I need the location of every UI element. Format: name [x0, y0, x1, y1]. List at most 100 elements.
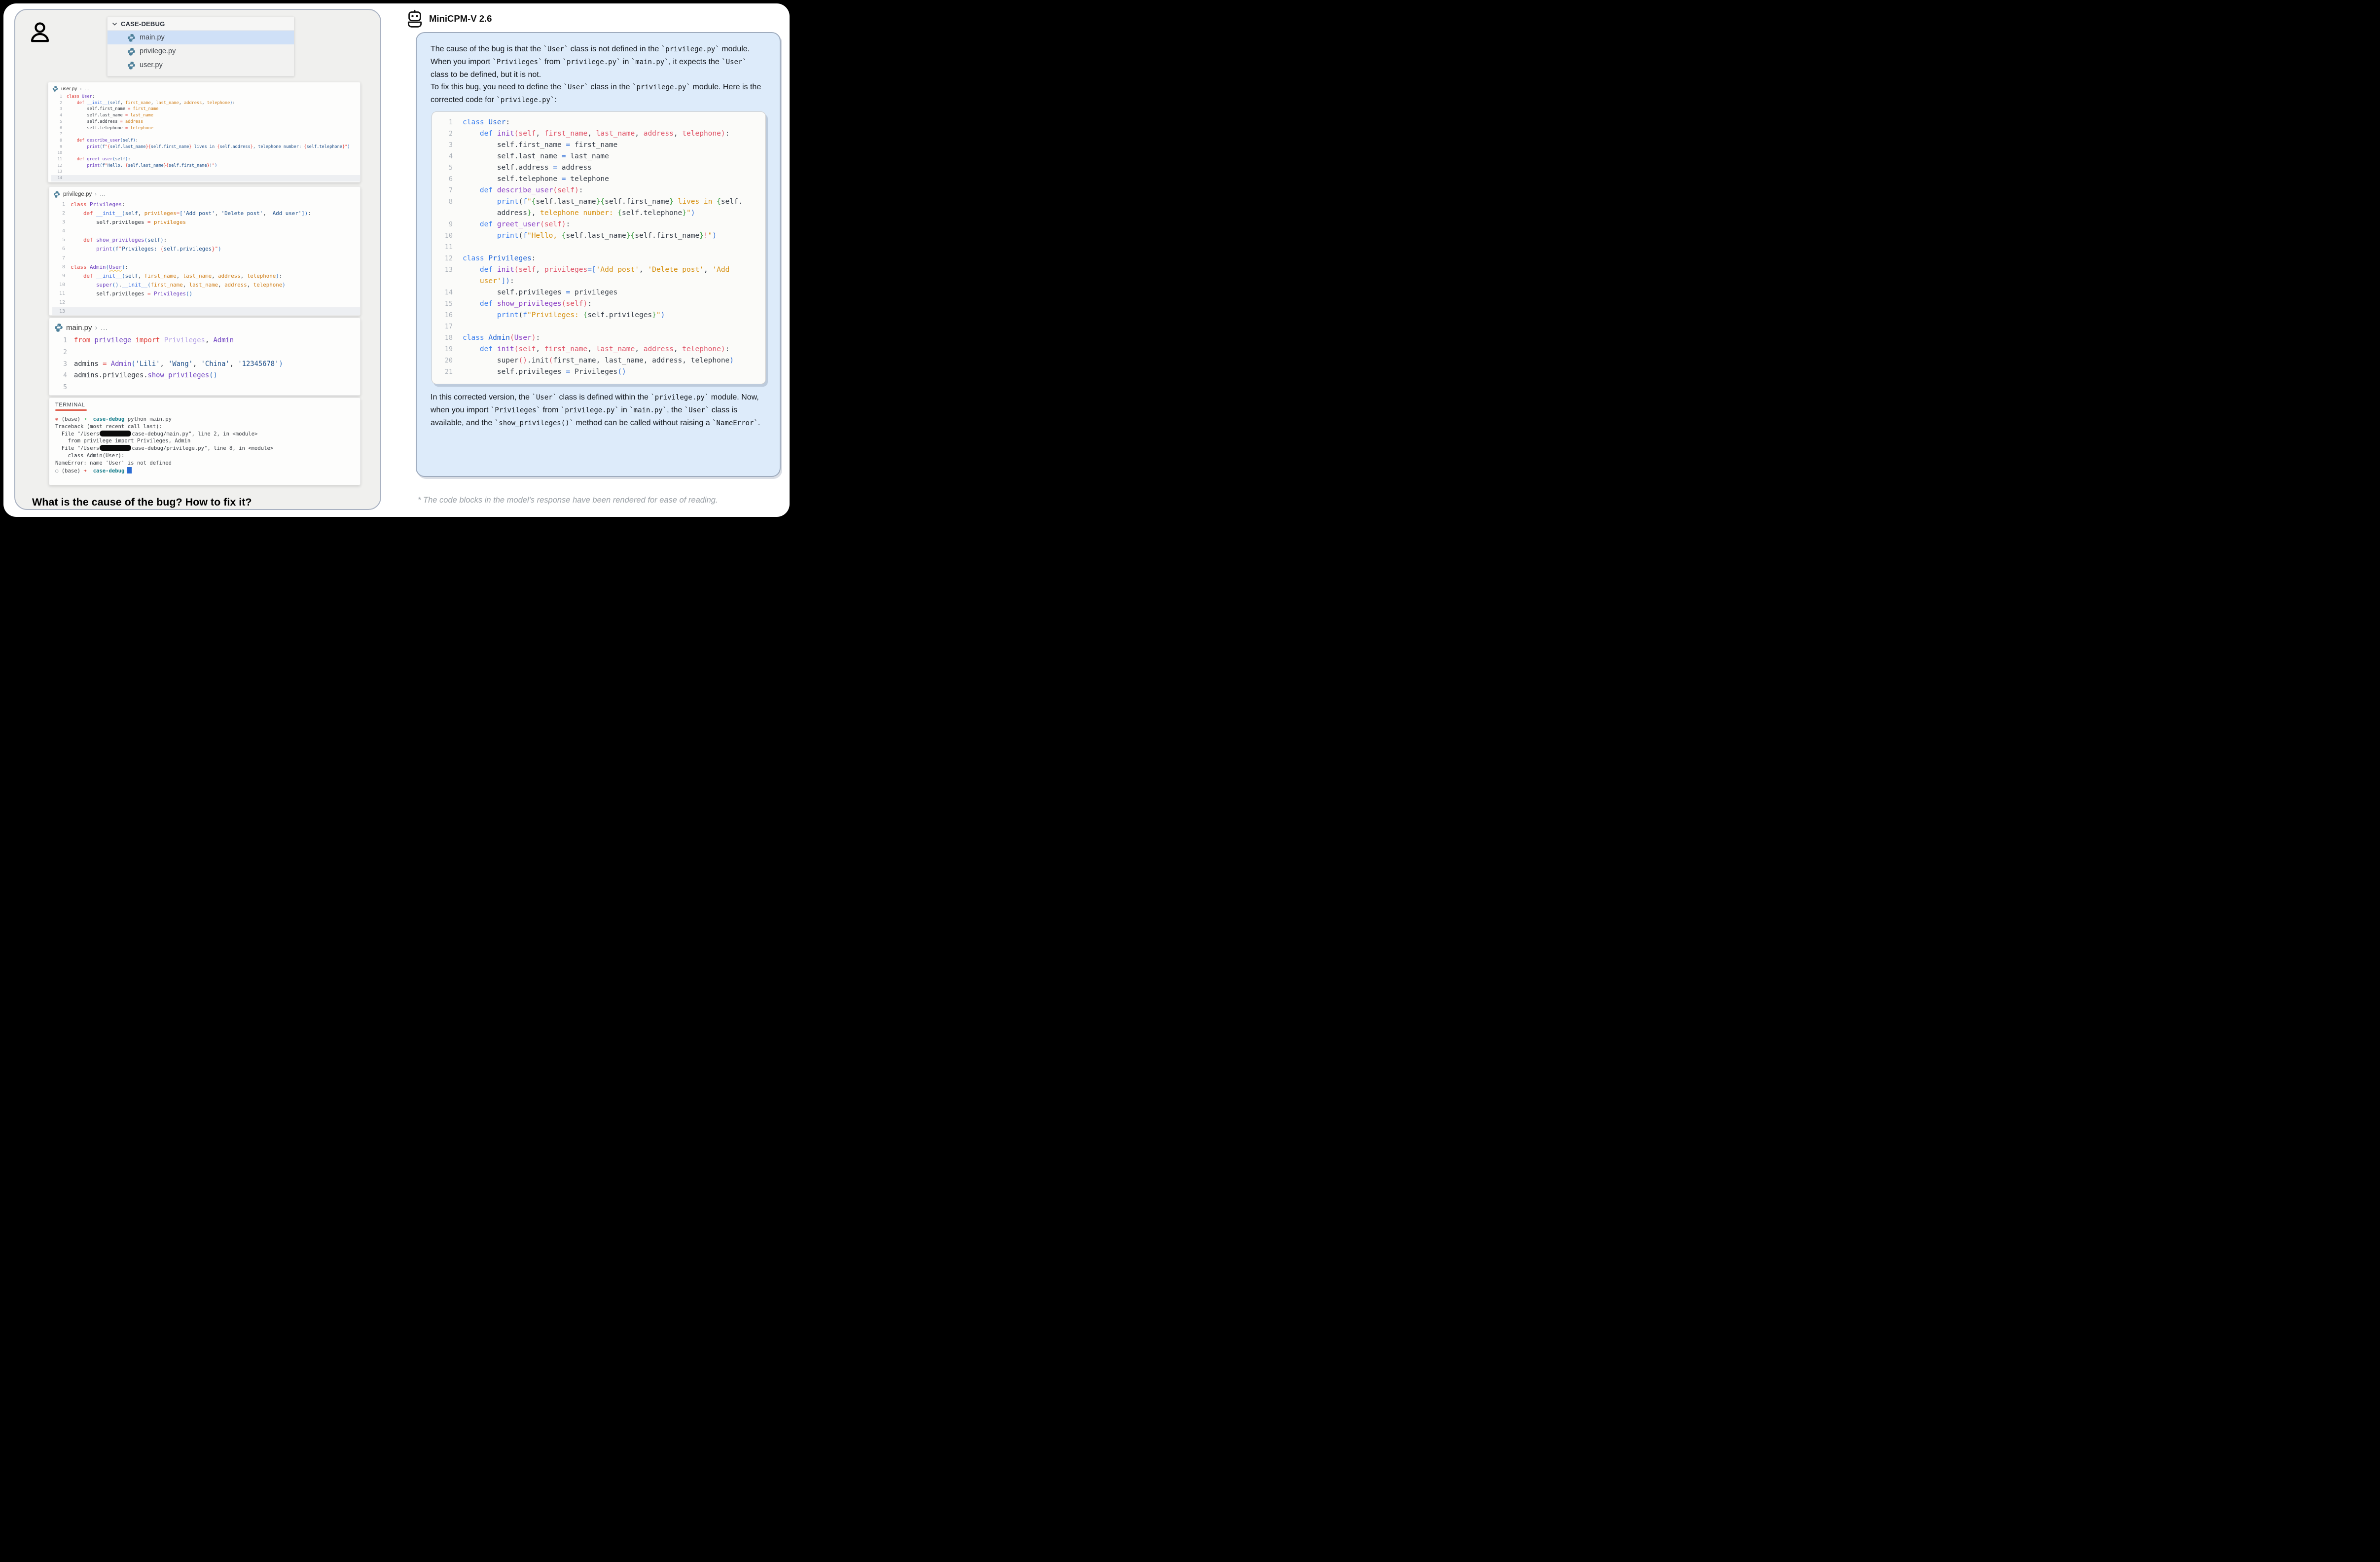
line-number: 2	[432, 128, 463, 140]
code-line: 5	[53, 382, 360, 394]
line-number: 7	[51, 131, 62, 138]
code-line: from privilege import Privileges, Admin	[55, 437, 360, 445]
code-line: 3 self.privileges = privileges	[52, 218, 360, 227]
line-number: 10	[432, 230, 463, 242]
code-text: user']):	[463, 276, 514, 287]
breadcrumb-chevron-icon: ›	[95, 324, 98, 332]
code-line: 10	[51, 150, 360, 156]
code-text: print(f"Hello, {self.last_name}{self.fir…	[67, 163, 217, 169]
code-text: class Privileges:	[463, 253, 536, 264]
line-number: 10	[52, 281, 65, 290]
code-text: self.first_name = first_name	[67, 106, 158, 112]
code-line: 4 admins.privileges.show_privileges()	[53, 370, 360, 382]
file-item-main-py[interactable]: main.py	[108, 31, 294, 44]
response-text: To fix this bug, you need to define the	[431, 83, 564, 91]
redaction-box	[100, 445, 131, 451]
editor-file-name: user.py	[61, 86, 77, 92]
code-text: address}, telephone number: {self.teleph…	[463, 208, 695, 219]
code-text: self.address = address	[463, 162, 592, 174]
code-line: 13	[52, 307, 360, 316]
code-line: 7	[52, 254, 360, 263]
code-text: admins.privileges.show_privileges()	[74, 370, 217, 382]
line-number: 5	[53, 382, 67, 394]
line-number: 11	[51, 156, 62, 163]
line-number: 14	[51, 175, 62, 182]
terminal-cursor	[127, 467, 132, 473]
code-text: class Privileges:	[71, 200, 125, 209]
code-text: self.privileges = Privileges()	[71, 290, 192, 298]
line-number: 5	[52, 236, 65, 245]
code-line: 6 self.telephone = telephone	[432, 174, 758, 185]
code-text: print(f"Privileges: {self.privileges}")	[71, 245, 221, 254]
line-number: 11	[52, 290, 65, 298]
code-line: 8 def describe_user(self):	[51, 138, 360, 144]
inline-code: `NameError`	[712, 419, 758, 427]
line-number: 4	[53, 370, 67, 382]
line-number: 9	[432, 219, 463, 230]
line-number: 1	[432, 117, 463, 128]
code-line: File "/Userscase-debug/privilege.py", li…	[55, 445, 360, 452]
editor-privilege-py: privilege.py›…1class Privileges:2 def __…	[49, 186, 361, 316]
code-line: 14	[51, 175, 360, 182]
code-text: self.privileges = privileges	[71, 218, 186, 227]
file-item-privilege-py[interactable]: privilege.py	[108, 44, 294, 58]
response-text: method can be called without raising a	[574, 419, 712, 427]
code-text: def describe_user(self):	[67, 138, 138, 144]
code-text: self.telephone = telephone	[67, 125, 153, 132]
code-line: 13 def init(self, privileges=['Add post'…	[432, 264, 758, 276]
code-line: 19 def init(self, first_name, last_name,…	[432, 344, 758, 355]
explorer-folder-header[interactable]: CASE-DEBUG	[108, 17, 294, 31]
code-line: 4 self.last_name = last_name	[51, 112, 360, 119]
code-line: 6 self.telephone = telephone	[51, 125, 360, 132]
inline-code: `main.py`	[631, 58, 669, 66]
inline-code: `User`	[543, 45, 569, 53]
code-text: print(f"{self.last_name}{self.first_name…	[67, 144, 350, 150]
response-text: In this corrected version, the	[431, 393, 532, 401]
line-number: 3	[51, 106, 62, 112]
line-number: 3	[53, 359, 67, 370]
code-text: File "/Userscase-debug/privilege.py", li…	[55, 445, 273, 452]
explorer-folder-name: CASE-DEBUG	[121, 20, 165, 28]
response-text: The cause of the bug is that the	[431, 45, 543, 53]
python-icon	[127, 47, 136, 56]
terminal-tab-label[interactable]: TERMINAL	[55, 402, 360, 408]
figure-canvas: CASE-DEBUG main.pyprivilege.pyuser.py us…	[3, 3, 790, 517]
code-line: 7 def describe_user(self):	[432, 185, 758, 196]
code-line: 12	[52, 298, 360, 307]
response-text: from	[542, 58, 563, 66]
editor-file-name: privilege.py	[63, 191, 92, 197]
response-text: .	[758, 419, 760, 427]
code-line: 12class Privileges:	[432, 253, 758, 264]
chevron-down-icon	[111, 21, 118, 27]
line-number: 20	[432, 355, 463, 366]
editor-breadcrumb: main.py›…	[53, 322, 360, 335]
python-icon	[127, 61, 136, 70]
terminal-panel: TERMINAL ⊗ (base) ➜ case-debug python ma…	[49, 398, 361, 485]
inline-code: `main.py`	[629, 406, 667, 414]
editor-file-name: main.py	[66, 324, 92, 332]
line-number: 18	[432, 332, 463, 344]
python-icon	[52, 86, 58, 92]
inline-code: `User`	[721, 58, 747, 66]
code-text: class Admin(User):	[463, 332, 540, 344]
file-item-user-py[interactable]: user.py	[108, 58, 294, 72]
code-text: def init(self, privileges=['Add post', '…	[463, 264, 729, 276]
code-text: def __init__(self, first_name, last_name…	[67, 100, 235, 107]
code-line: 9 def greet_user(self):	[432, 219, 758, 230]
rendered-code-block: 1class User:2 def init(self, first_name,…	[432, 111, 766, 384]
line-number: 8	[432, 196, 463, 208]
code-line: 4 self.last_name = last_name	[432, 151, 758, 162]
file-name: user.py	[140, 61, 163, 69]
line-number: 21	[432, 366, 463, 378]
code-line: 9 def __init__(self, first_name, last_na…	[52, 272, 360, 281]
terminal-tab-underline	[55, 409, 87, 411]
line-number: 5	[51, 119, 62, 125]
code-line: 21 self.privileges = Privileges()	[432, 366, 758, 378]
code-line: ⊗ (base) ➜ case-debug python main.py	[55, 416, 360, 423]
line-number: 12	[52, 298, 65, 307]
code-line: 9 print(f"{self.last_name}{self.first_na…	[51, 144, 360, 150]
code-line: 18class Admin(User):	[432, 332, 758, 344]
line-number: 17	[432, 321, 463, 332]
line-number: 6	[432, 174, 463, 185]
code-text: print(f"Hello, {self.last_name}{self.fir…	[463, 230, 717, 242]
